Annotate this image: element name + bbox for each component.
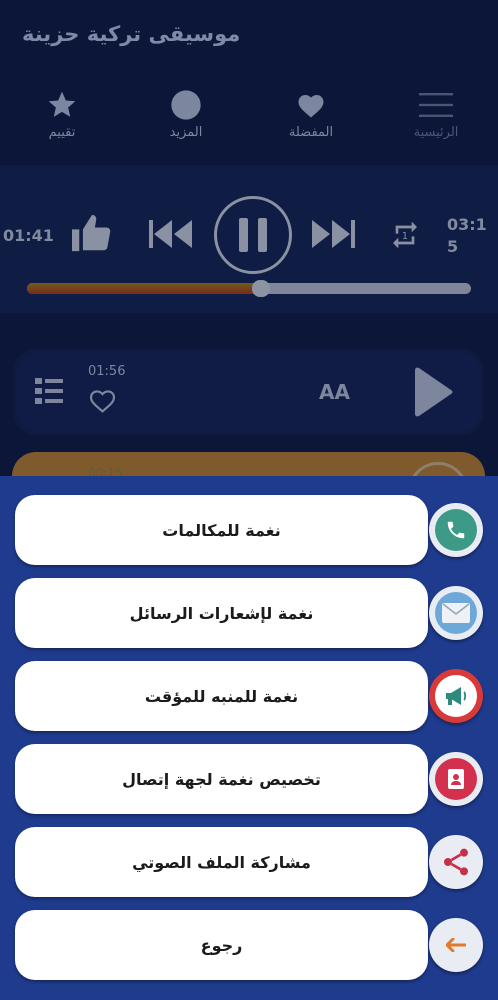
option-label: تخصيص نغمة لجهة إتصال [122, 769, 321, 789]
megaphone-icon [435, 675, 477, 717]
option-icon-wrapper[interactable] [429, 586, 483, 640]
previous-icon[interactable] [148, 218, 194, 254]
app-title: موسيقى تركية حزينة [22, 22, 241, 46]
nav-favorites-label: المفضلة [288, 125, 334, 140]
progress-thumb[interactable] [252, 280, 270, 297]
svg-text:1: 1 [402, 231, 408, 242]
option-icon-wrapper[interactable] [429, 503, 483, 557]
option-ringtone-messages[interactable]: نغمة لإشعارات الرسائل [15, 578, 428, 648]
progress-fill [27, 283, 258, 294]
repeat-icon[interactable]: 1 [389, 219, 421, 255]
option-icon-wrapper[interactable] [429, 835, 483, 889]
back-arrow-icon [435, 924, 477, 966]
option-label: رجوع [200, 935, 243, 955]
nav-more[interactable]: المزيد [141, 86, 231, 140]
option-share-audio[interactable]: مشاركة الملف الصوتي [15, 827, 428, 897]
option-ringtone-contact[interactable]: تخصيص نغمة لجهة إتصال [15, 744, 428, 814]
nav-rate[interactable]: تقييم [17, 86, 107, 140]
option-back[interactable]: رجوع [15, 910, 428, 980]
total-time-part1: 03:1 [447, 215, 487, 234]
nav-home-label: الرئيسية [413, 125, 459, 140]
option-label: نغمة للمنبه للمؤقت [144, 686, 299, 706]
heart-icon [266, 86, 356, 124]
option-label: نغمة لإشعارات الرسائل [129, 603, 314, 623]
circle-icon [141, 86, 231, 124]
option-icon-wrapper[interactable] [429, 669, 483, 723]
list-icon[interactable] [35, 377, 63, 409]
phone-icon [435, 509, 477, 551]
track-duration: 01:56 [88, 364, 126, 379]
pause-icon [239, 218, 267, 252]
nav-rate-label: تقييم [48, 125, 76, 140]
envelope-icon [435, 592, 477, 634]
font-size-label[interactable]: AA [319, 380, 350, 404]
option-icon-wrapper[interactable] [429, 918, 483, 972]
contact-icon [435, 758, 477, 800]
nav-more-label: المزيد [169, 125, 203, 140]
option-ringtone-calls[interactable]: نغمة للمكالمات [15, 495, 428, 565]
next-icon[interactable] [310, 218, 356, 254]
heart-outline-icon[interactable] [88, 387, 117, 418]
nav-favorites[interactable]: المفضلة [266, 86, 356, 140]
total-time-part2: 5 [447, 237, 459, 256]
top-nav: تقييم المزيد المفضلة الرئيسية [0, 86, 498, 156]
pause-button[interactable] [214, 196, 292, 274]
option-icon-wrapper[interactable] [429, 752, 483, 806]
elapsed-time: 01:41 [3, 226, 54, 245]
option-label: نغمة للمكالمات [162, 520, 281, 540]
menu-icon [391, 86, 481, 124]
option-label: مشاركة الملف الصوتي [132, 852, 311, 872]
nav-home[interactable]: الرئيسية [391, 86, 481, 140]
app-header: موسيقى تركية حزينة [0, 0, 498, 80]
share-icon [435, 841, 477, 883]
play-icon[interactable] [411, 366, 455, 422]
thumbs-up-icon[interactable] [70, 213, 114, 257]
star-icon [17, 86, 107, 124]
option-ringtone-alarm[interactable]: نغمة للمنبه للمؤقت [15, 661, 428, 731]
total-time: 03:1 5 [447, 214, 487, 258]
